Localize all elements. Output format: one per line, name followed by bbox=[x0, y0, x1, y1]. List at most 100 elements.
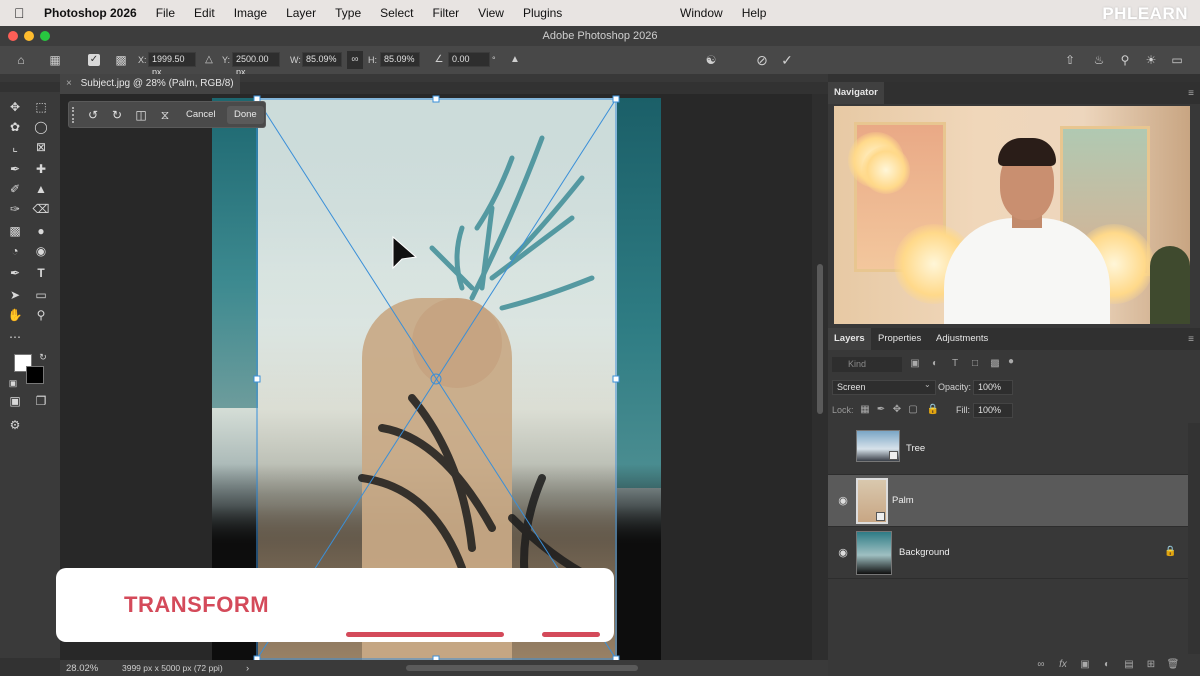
height-field[interactable]: 85.09% bbox=[380, 52, 420, 67]
crop-tool-icon[interactable]: ⌞ bbox=[6, 138, 24, 156]
dodge-tool-icon[interactable]: ◔ bbox=[6, 242, 24, 260]
menu-edit[interactable]: Edit bbox=[194, 6, 215, 20]
visibility-toggle-hidden[interactable] bbox=[836, 442, 850, 456]
cancel-transform-icon[interactable]: ⊘ bbox=[753, 51, 771, 69]
gradient-tool-icon[interactable]: ▩ bbox=[6, 222, 24, 240]
flip-vertical-icon[interactable]: ⧖ bbox=[157, 107, 173, 123]
filter-adjustment-icon[interactable]: ◐ bbox=[928, 357, 942, 371]
lock-transparency-icon[interactable]: ▦ bbox=[858, 403, 872, 417]
width-field[interactable]: 85.09% bbox=[302, 52, 342, 67]
sponge-tool-icon[interactable]: ◉ bbox=[32, 242, 50, 260]
menu-image[interactable]: Image bbox=[234, 6, 267, 20]
reference-point-checkbox[interactable]: ✓ bbox=[88, 54, 100, 66]
eraser-tool-icon[interactable]: ⌫ bbox=[32, 200, 50, 218]
status-menu-arrow[interactable]: › bbox=[246, 663, 249, 674]
home-icon[interactable]: ⌂ bbox=[12, 51, 30, 69]
lasso-tool-icon[interactable]: ◯ bbox=[32, 118, 50, 136]
blur-tool-icon[interactable]: ● bbox=[32, 222, 50, 240]
vertical-scroll-thumb[interactable] bbox=[817, 264, 823, 414]
tab-adjustments[interactable]: Adjustments bbox=[930, 328, 994, 350]
layers-scrollbar[interactable] bbox=[1188, 423, 1200, 654]
quick-mask-icon[interactable]: ▣ bbox=[6, 392, 24, 410]
menu-app-name[interactable]: Photoshop 2026 bbox=[44, 6, 137, 20]
menu-type[interactable]: Type bbox=[335, 6, 361, 20]
panel-menu-icon[interactable]: ≡ bbox=[1188, 88, 1194, 99]
layer-name[interactable]: Palm bbox=[892, 495, 914, 506]
healing-brush-tool-icon[interactable]: ✚ bbox=[32, 160, 50, 178]
lock-artboard-icon[interactable]: ▢ bbox=[906, 403, 920, 417]
zoom-tool-icon[interactable]: ⚲ bbox=[32, 306, 50, 324]
filter-toggle-icon[interactable]: ● bbox=[1004, 355, 1018, 369]
delete-layer-icon[interactable]: 🗑 bbox=[1166, 658, 1180, 672]
screen-mode-icon[interactable]: ❐ bbox=[32, 392, 50, 410]
frame-tool-icon[interactable]: ⊠ bbox=[32, 138, 50, 156]
default-colors-icon[interactable]: ▣ bbox=[4, 374, 22, 392]
zoom-window-button[interactable] bbox=[40, 31, 50, 41]
search-icon[interactable]: ⚲ bbox=[1116, 51, 1134, 69]
share-icon[interactable]: ⇧ bbox=[1061, 51, 1079, 69]
menu-window[interactable]: Window bbox=[680, 6, 723, 20]
navigator-preview[interactable] bbox=[834, 106, 1190, 324]
menu-view[interactable]: View bbox=[478, 6, 504, 20]
skew-icon[interactable]: ▲ bbox=[506, 51, 524, 69]
commit-transform-icon[interactable]: ✓ bbox=[778, 51, 796, 69]
vertical-scrollbar[interactable] bbox=[812, 94, 828, 660]
eye-icon[interactable]: ◉ bbox=[836, 546, 850, 560]
link-icon[interactable]: ∞ bbox=[347, 51, 363, 69]
angle-field[interactable]: 0.00 bbox=[448, 52, 490, 67]
discover-lightbulb-icon[interactable]: ☀ bbox=[1142, 51, 1160, 69]
marquee-tool-icon[interactable]: ⬚ bbox=[32, 98, 50, 116]
blend-mode-select[interactable]: Screen bbox=[832, 380, 936, 395]
layer-row-tree[interactable]: Tree bbox=[828, 423, 1188, 475]
layer-name[interactable]: Tree bbox=[906, 443, 925, 454]
x-field[interactable]: 1999.50 px bbox=[148, 52, 196, 77]
y-field[interactable]: 2500.00 px bbox=[232, 52, 280, 77]
menu-layer[interactable]: Layer bbox=[286, 6, 316, 20]
brush-tool-icon[interactable]: ✐ bbox=[6, 180, 24, 198]
layer-name[interactable]: Background bbox=[899, 547, 950, 558]
lock-position-icon[interactable]: ✥ bbox=[890, 403, 904, 417]
rotate-left-icon[interactable]: ↺ bbox=[85, 107, 101, 123]
menu-select[interactable]: Select bbox=[380, 6, 413, 20]
add-mask-icon[interactable]: ▣ bbox=[1078, 658, 1092, 672]
layers-panel-menu-icon[interactable]: ≡ bbox=[1188, 334, 1194, 345]
fill-field[interactable]: 100% bbox=[973, 403, 1013, 418]
menu-plugins[interactable]: Plugins bbox=[523, 6, 562, 20]
eye-icon[interactable]: ◉ bbox=[836, 494, 850, 508]
menu-file[interactable]: File bbox=[156, 6, 175, 20]
apple-icon[interactable]:  bbox=[14, 5, 30, 21]
relative-position-icon[interactable]: △ bbox=[200, 51, 218, 69]
menu-help[interactable]: Help bbox=[742, 6, 767, 20]
new-group-icon[interactable]: ▤ bbox=[1122, 658, 1136, 672]
background-color-swatch[interactable] bbox=[26, 366, 44, 384]
clone-stamp-tool-icon[interactable]: ▲ bbox=[32, 180, 50, 198]
minimize-window-button[interactable] bbox=[24, 31, 34, 41]
lock-icon[interactable]: 🔒 bbox=[1164, 546, 1176, 557]
bell-icon[interactable]: ♨ bbox=[1090, 51, 1108, 69]
object-selection-tool-icon[interactable]: ✿ bbox=[6, 118, 24, 136]
more-tools-icon[interactable]: ⋯ bbox=[6, 328, 24, 346]
opacity-field[interactable]: 100% bbox=[973, 380, 1013, 395]
layer-row-palm[interactable]: ◉ Palm bbox=[828, 475, 1188, 527]
link-layers-icon[interactable]: ∞ bbox=[1034, 658, 1048, 672]
workspace-icon[interactable]: ▭ bbox=[1168, 51, 1186, 69]
lock-image-icon[interactable]: ✒ bbox=[874, 403, 888, 417]
zoom-level[interactable]: 28.02% bbox=[66, 663, 98, 674]
rotate-right-icon[interactable]: ↻ bbox=[109, 107, 125, 123]
warp-puppet-icon[interactable]: ☯ bbox=[702, 51, 720, 69]
eyedropper-tool-icon[interactable]: ✒ bbox=[6, 160, 24, 178]
flip-horizontal-icon[interactable]: ◫ bbox=[133, 107, 149, 123]
hand-tool-icon[interactable]: ✋ bbox=[6, 306, 24, 324]
close-window-button[interactable] bbox=[8, 31, 18, 41]
close-tab-icon[interactable]: × bbox=[66, 78, 72, 89]
filter-pixel-icon[interactable]: ▣ bbox=[908, 357, 922, 371]
pen-tool-icon[interactable]: ✒ bbox=[6, 264, 24, 282]
new-layer-icon[interactable]: ⊞ bbox=[1144, 658, 1158, 672]
history-brush-tool-icon[interactable]: ✑ bbox=[6, 200, 24, 218]
done-button[interactable]: Done bbox=[227, 106, 264, 124]
tab-navigator[interactable]: Navigator bbox=[828, 82, 884, 104]
layer-kind-filter[interactable]: Kind bbox=[832, 357, 902, 372]
edit-toolbar-icon[interactable]: ⚙ bbox=[6, 416, 24, 434]
horizontal-scroll-thumb[interactable] bbox=[406, 665, 638, 671]
lock-all-icon[interactable]: 🔒 bbox=[926, 403, 940, 417]
